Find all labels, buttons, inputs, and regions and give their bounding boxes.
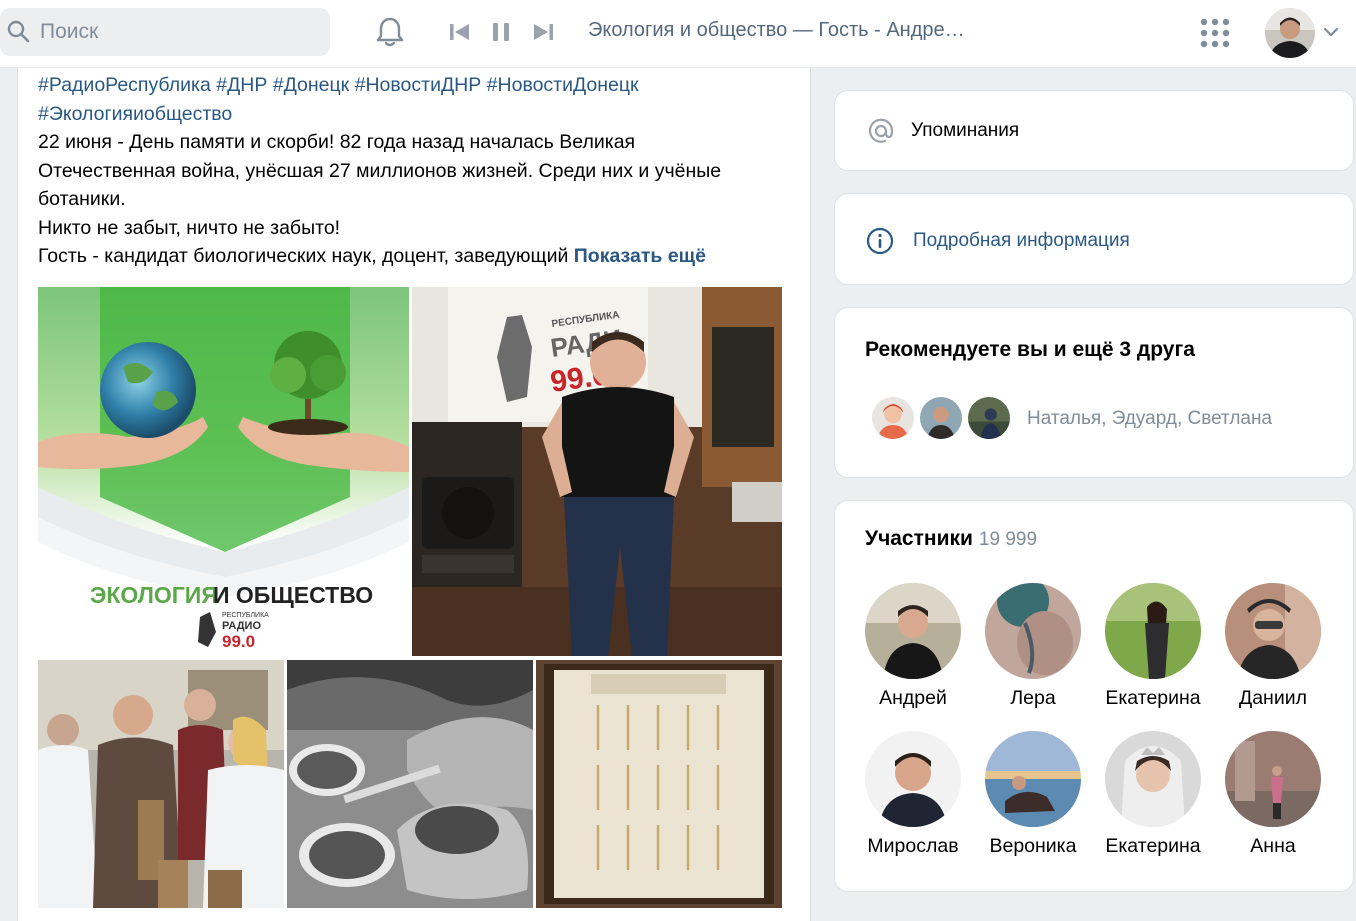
member-item[interactable]: Лера — [973, 583, 1093, 710]
member-avatar — [1105, 731, 1201, 827]
wall-post: #РадиоРеспублика #ДНР #Донецк #НовостиДН… — [17, 68, 811, 921]
info-card[interactable]: Подробная информация — [834, 193, 1354, 285]
members-title[interactable]: Участники 19 999 — [865, 527, 1037, 551]
member-name: Анна — [1250, 835, 1296, 857]
search-box[interactable]: Поиск — [0, 8, 330, 56]
member-name: Вероника — [989, 835, 1077, 857]
post-text-line: 22 июня - День памяти и скорби! 82 года … — [38, 131, 636, 153]
member-name: Екатерина — [1105, 835, 1201, 857]
mentions-card[interactable]: Упоминания — [834, 90, 1354, 171]
poster-logo-freq: 99.0 — [222, 632, 255, 651]
recommend-title: Рекомендуете вы и ещё 3 друга — [865, 338, 1195, 361]
post-text-line: Отечественная война, унёсшая 27 миллионо… — [38, 159, 722, 182]
member-name: Мирослав — [867, 835, 959, 857]
apps-grid-icon[interactable] — [1198, 16, 1232, 50]
search-placeholder: Поиск — [40, 20, 99, 43]
show-more-link[interactable]: Показать ещё — [574, 245, 706, 267]
previous-track-icon[interactable] — [447, 18, 473, 46]
member-name: Лера — [1010, 687, 1056, 709]
member-avatar — [865, 731, 961, 827]
poster-title-dark: И ОБЩЕСТВО — [213, 582, 373, 608]
post-hashtag[interactable]: #Экологияиобщество — [38, 100, 758, 129]
info-icon — [866, 227, 894, 255]
next-track-icon[interactable] — [530, 18, 556, 46]
info-label: Подробная информация — [913, 230, 1130, 251]
mentions-label: Упоминания — [911, 120, 1020, 141]
post-hashtags[interactable]: #РадиоРеспублика #ДНР #Донецк #НовостиДН… — [38, 71, 758, 100]
member-item[interactable]: Даниил — [1213, 583, 1333, 710]
member-avatar — [1225, 583, 1321, 679]
post-text-line-last: Гость - кандидат биологических наук, доц… — [38, 242, 758, 271]
member-name: Екатерина — [1105, 687, 1201, 709]
post-text-truncated: Гость - кандидат биологических наук, доц… — [38, 245, 569, 267]
recommend-names[interactable]: Наталья, Эдуард, Светлана — [1027, 408, 1272, 430]
friend-avatar[interactable] — [917, 394, 965, 442]
at-sign-icon — [868, 118, 894, 143]
user-avatar[interactable] — [1265, 8, 1315, 58]
top-header: Поиск Экология и общество — Гость - Андр… — [0, 0, 1356, 68]
members-count: 19 999 — [978, 529, 1038, 550]
member-item[interactable]: Анна — [1213, 731, 1333, 858]
member-avatar — [1225, 731, 1321, 827]
poster-title-green: ЭКОЛОГИЯ — [90, 582, 218, 608]
post-photo-grains[interactable] — [287, 660, 533, 908]
now-playing-title[interactable]: Экология и общество — Гость - Андре… — [588, 19, 965, 42]
post-text-line: Никто не забыт, ничто не забыто! — [38, 216, 341, 239]
search-icon — [7, 20, 30, 43]
chevron-down-icon[interactable] — [1322, 25, 1340, 39]
post-photo-ecology-poster[interactable]: ЭКОЛОГИЯ И ОБЩЕСТВО РЕСПУБЛИКА РАДИО 99.… — [38, 287, 409, 656]
member-avatar — [1105, 583, 1201, 679]
poster-logo-top: РЕСПУБЛИКА — [222, 612, 269, 619]
bell-icon[interactable] — [372, 14, 408, 50]
post-photo-students[interactable] — [38, 660, 284, 908]
member-avatar — [985, 731, 1081, 827]
post-photo-studio-guest[interactable]: РЕСПУБЛИКА РАДИ 99.0 — [412, 287, 782, 656]
mentions-row[interactable]: Упоминания — [867, 117, 1019, 145]
members-card: Участники 19 999 Андрей Лера Екатерина Да… — [834, 500, 1354, 892]
member-name: Даниил — [1239, 687, 1307, 709]
member-item[interactable]: Мирослав — [853, 731, 973, 858]
friend-avatar[interactable] — [965, 394, 1013, 442]
friend-avatar[interactable] — [869, 394, 917, 442]
member-avatar — [865, 583, 961, 679]
poster-logo-mid: РАДИО — [222, 620, 261, 632]
member-item[interactable]: Вероника — [973, 731, 1093, 858]
member-name: Андрей — [879, 687, 947, 709]
post-text-line: ботаники. — [38, 188, 126, 210]
member-item[interactable]: Андрей — [853, 583, 973, 710]
post-text: #РадиоРеспублика #ДНР #Донецк #НовостиДН… — [38, 71, 758, 271]
info-row[interactable]: Подробная информация — [865, 226, 1130, 256]
recommend-card: Рекомендуете вы и ещё 3 друга Наталья, Э… — [834, 307, 1354, 478]
post-photo-herbarium[interactable] — [536, 660, 782, 908]
member-item[interactable]: Екатерина — [1093, 731, 1213, 858]
members-title-label: Участники — [865, 527, 973, 550]
member-avatar — [985, 583, 1081, 679]
pause-icon[interactable] — [488, 18, 514, 46]
member-item[interactable]: Екатерина — [1093, 583, 1213, 710]
